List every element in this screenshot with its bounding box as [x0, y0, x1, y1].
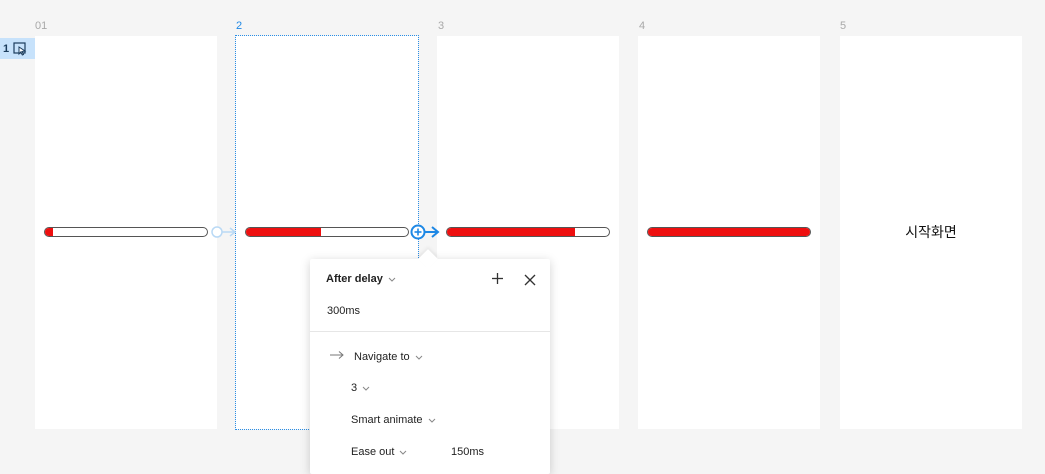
- easing-label: Ease out: [351, 446, 395, 458]
- progress-bar-frame-01: [44, 227, 208, 237]
- chevron-down-icon: [399, 446, 407, 458]
- flow-start-icon: [13, 41, 27, 56]
- frame-label-5[interactable]: 5: [840, 20, 846, 32]
- prototype-connector-active[interactable]: [409, 223, 441, 241]
- delay-input[interactable]: 300ms: [327, 305, 360, 317]
- plus-icon: [492, 273, 503, 284]
- frame-label-4[interactable]: 4: [639, 20, 645, 32]
- destination-select[interactable]: 3: [351, 382, 370, 394]
- popover-divider: [310, 331, 550, 332]
- animation-label: Smart animate: [351, 414, 423, 426]
- duration-input[interactable]: 150ms: [451, 446, 484, 458]
- flow-starting-point-badge[interactable]: 1: [0, 38, 35, 59]
- trigger-select[interactable]: After delay: [326, 273, 396, 285]
- frame-label-01[interactable]: 01: [35, 20, 47, 32]
- popover-caret: [418, 249, 438, 269]
- frame-label-2[interactable]: 2: [236, 20, 242, 32]
- close-button[interactable]: [524, 273, 536, 291]
- progress-bar-frame-4: [647, 227, 811, 237]
- progress-fill: [246, 228, 321, 236]
- chevron-down-icon: [388, 273, 396, 285]
- duration-value: 150ms: [451, 446, 485, 458]
- add-interaction-button[interactable]: [491, 272, 504, 290]
- chevron-down-icon: [428, 414, 436, 426]
- interaction-popover: After delay 300ms Navigate to 3 Smart an…: [310, 249, 550, 474]
- action-select[interactable]: Navigate to: [329, 350, 423, 363]
- trigger-label: After delay: [326, 273, 383, 285]
- chevron-down-icon: [362, 382, 370, 394]
- progress-fill: [447, 228, 575, 236]
- progress-bar-frame-2: [245, 227, 409, 237]
- start-screen-text: 시작화면: [905, 224, 957, 240]
- frame-label-3[interactable]: 3: [438, 20, 444, 32]
- easing-select[interactable]: Ease out: [351, 446, 407, 458]
- progress-bar-frame-3: [446, 227, 610, 237]
- chevron-down-icon: [415, 351, 423, 363]
- arrow-right-icon: [329, 350, 345, 363]
- flow-number: 1: [3, 42, 10, 55]
- prototype-connector-faded[interactable]: [210, 224, 238, 240]
- action-label: Navigate to: [354, 350, 410, 363]
- progress-fill: [45, 228, 54, 236]
- destination-label: 3: [351, 382, 358, 394]
- close-icon: [524, 274, 536, 286]
- progress-fill: [648, 228, 810, 236]
- animation-select[interactable]: Smart animate: [351, 414, 436, 426]
- delay-value: 300ms: [327, 305, 361, 317]
